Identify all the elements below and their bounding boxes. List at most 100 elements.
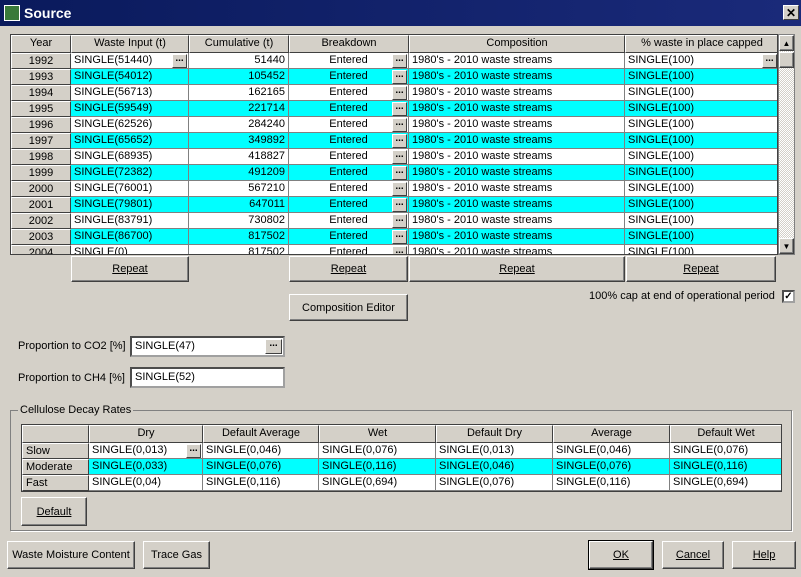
ellipsis-button[interactable]: ...: [392, 246, 407, 254]
ellipsis-button[interactable]: ...: [392, 198, 407, 212]
table-cell[interactable]: SINGLE(0,076): [436, 475, 553, 491]
table-cell[interactable]: 221714: [189, 101, 289, 117]
repeat-composition-button[interactable]: Repeat: [409, 256, 625, 282]
ellipsis-button[interactable]: ...: [392, 214, 407, 228]
ellipsis-button[interactable]: ...: [392, 86, 407, 100]
table-cell[interactable]: SINGLE(0,116): [670, 459, 781, 475]
scroll-up-button[interactable]: ▲: [779, 35, 794, 51]
ellipsis-button[interactable]: ...: [392, 134, 407, 148]
table-cell[interactable]: 647011: [189, 197, 289, 213]
table-cell[interactable]: SINGLE(100): [625, 181, 777, 197]
table-cell[interactable]: SINGLE(51440)...: [71, 53, 189, 69]
table-cell[interactable]: SINGLE(79801): [71, 197, 189, 213]
table-cell[interactable]: SINGLE(0,013): [436, 443, 553, 459]
table-cell[interactable]: Entered...: [289, 85, 409, 101]
ellipsis-button[interactable]: ...: [392, 70, 407, 84]
table-cell[interactable]: SINGLE(0,076): [203, 459, 319, 475]
table-cell[interactable]: 1980's - 2010 waste streams: [409, 213, 625, 229]
table-cell[interactable]: 51440: [189, 53, 289, 69]
co2-ellipsis-button[interactable]: ...: [265, 339, 282, 354]
table-cell[interactable]: Entered...: [289, 229, 409, 245]
table-cell[interactable]: 1980's - 2010 waste streams: [409, 229, 625, 245]
table-cell[interactable]: 817502: [189, 229, 289, 245]
table-cell[interactable]: SINGLE(0,04): [89, 475, 203, 491]
close-button[interactable]: ✕: [783, 5, 799, 20]
ellipsis-button[interactable]: ...: [392, 166, 407, 180]
table-cell[interactable]: Entered...: [289, 149, 409, 165]
table-cell[interactable]: SINGLE(100): [625, 101, 777, 117]
trace-gas-button[interactable]: Trace Gas: [143, 541, 210, 569]
table-cell[interactable]: SINGLE(0,116): [553, 475, 670, 491]
table-cell[interactable]: 1980's - 2010 waste streams: [409, 245, 625, 254]
table-cell[interactable]: 162165: [189, 85, 289, 101]
table-cell[interactable]: SINGLE(100): [625, 85, 777, 101]
table-cell[interactable]: Entered...: [289, 181, 409, 197]
table-cell[interactable]: 105452: [189, 69, 289, 85]
table-cell[interactable]: Entered...: [289, 69, 409, 85]
table-cell[interactable]: 567210: [189, 181, 289, 197]
repeat-breakdown-button[interactable]: Repeat: [289, 256, 408, 282]
table-cell[interactable]: SINGLE(100): [625, 149, 777, 165]
table-cell[interactable]: SINGLE(100): [625, 229, 777, 245]
ellipsis-button[interactable]: ...: [762, 54, 777, 68]
table-cell[interactable]: SINGLE(0,033): [89, 459, 203, 475]
ellipsis-button[interactable]: ...: [392, 230, 407, 244]
table-cell[interactable]: 1980's - 2010 waste streams: [409, 133, 625, 149]
table-cell[interactable]: 491209: [189, 165, 289, 181]
table-cell[interactable]: SINGLE(0,076): [319, 443, 436, 459]
table-cell[interactable]: SINGLE(0,116): [319, 459, 436, 475]
vertical-scrollbar[interactable]: ▲ ▼: [778, 34, 795, 255]
table-cell[interactable]: 1980's - 2010 waste streams: [409, 197, 625, 213]
help-button[interactable]: Help: [732, 541, 796, 569]
table-cell[interactable]: Entered...: [289, 133, 409, 149]
table-cell[interactable]: SINGLE(72382): [71, 165, 189, 181]
table-cell[interactable]: SINGLE(0): [71, 245, 189, 254]
ch4-input[interactable]: SINGLE(52): [130, 367, 285, 388]
table-cell[interactable]: SINGLE(100): [625, 197, 777, 213]
ellipsis-button[interactable]: ...: [392, 118, 407, 132]
ellipsis-button[interactable]: ...: [392, 182, 407, 196]
scroll-thumb[interactable]: [779, 52, 794, 68]
ellipsis-button[interactable]: ...: [186, 444, 201, 458]
table-cell[interactable]: 1980's - 2010 waste streams: [409, 69, 625, 85]
table-cell[interactable]: SINGLE(0,046): [203, 443, 319, 459]
composition-editor-button[interactable]: Composition Editor: [289, 294, 408, 321]
table-cell[interactable]: 1980's - 2010 waste streams: [409, 101, 625, 117]
table-cell[interactable]: SINGLE(76001): [71, 181, 189, 197]
table-cell[interactable]: 418827: [189, 149, 289, 165]
table-cell[interactable]: SINGLE(0,013)...: [89, 443, 203, 459]
ellipsis-button[interactable]: ...: [392, 150, 407, 164]
table-cell[interactable]: Entered...: [289, 101, 409, 117]
table-cell[interactable]: Entered...: [289, 213, 409, 229]
table-cell[interactable]: SINGLE(0,046): [436, 459, 553, 475]
scroll-down-button[interactable]: ▼: [779, 238, 794, 254]
table-cell[interactable]: SINGLE(83791): [71, 213, 189, 229]
ok-button[interactable]: OK: [588, 540, 654, 570]
table-cell[interactable]: SINGLE(100): [625, 213, 777, 229]
table-cell[interactable]: SINGLE(68935): [71, 149, 189, 165]
table-cell[interactable]: SINGLE(100): [625, 69, 777, 85]
table-cell[interactable]: SINGLE(0,046): [553, 443, 670, 459]
table-cell[interactable]: SINGLE(0,076): [553, 459, 670, 475]
table-cell[interactable]: 284240: [189, 117, 289, 133]
table-cell[interactable]: SINGLE(100)...: [625, 53, 777, 69]
table-cell[interactable]: 1980's - 2010 waste streams: [409, 149, 625, 165]
table-cell[interactable]: SINGLE(0,694): [670, 475, 781, 491]
cancel-button[interactable]: Cancel: [662, 541, 724, 569]
table-cell[interactable]: 730802: [189, 213, 289, 229]
table-cell[interactable]: SINGLE(65652): [71, 133, 189, 149]
table-cell[interactable]: Entered...: [289, 165, 409, 181]
repeat-waste-input-button[interactable]: Repeat: [71, 256, 189, 282]
table-cell[interactable]: SINGLE(62526): [71, 117, 189, 133]
table-cell[interactable]: SINGLE(56713): [71, 85, 189, 101]
table-cell[interactable]: 1980's - 2010 waste streams: [409, 85, 625, 101]
cap-checkbox[interactable]: ✓: [782, 290, 795, 303]
table-cell[interactable]: Entered...: [289, 197, 409, 213]
table-cell[interactable]: Entered...: [289, 117, 409, 133]
table-cell[interactable]: SINGLE(0,694): [319, 475, 436, 491]
table-cell[interactable]: SINGLE(100): [625, 117, 777, 133]
table-cell[interactable]: SINGLE(0,116): [203, 475, 319, 491]
table-cell[interactable]: SINGLE(100): [625, 165, 777, 181]
table-cell[interactable]: SINGLE(100): [625, 245, 777, 254]
table-cell[interactable]: SINGLE(54012): [71, 69, 189, 85]
